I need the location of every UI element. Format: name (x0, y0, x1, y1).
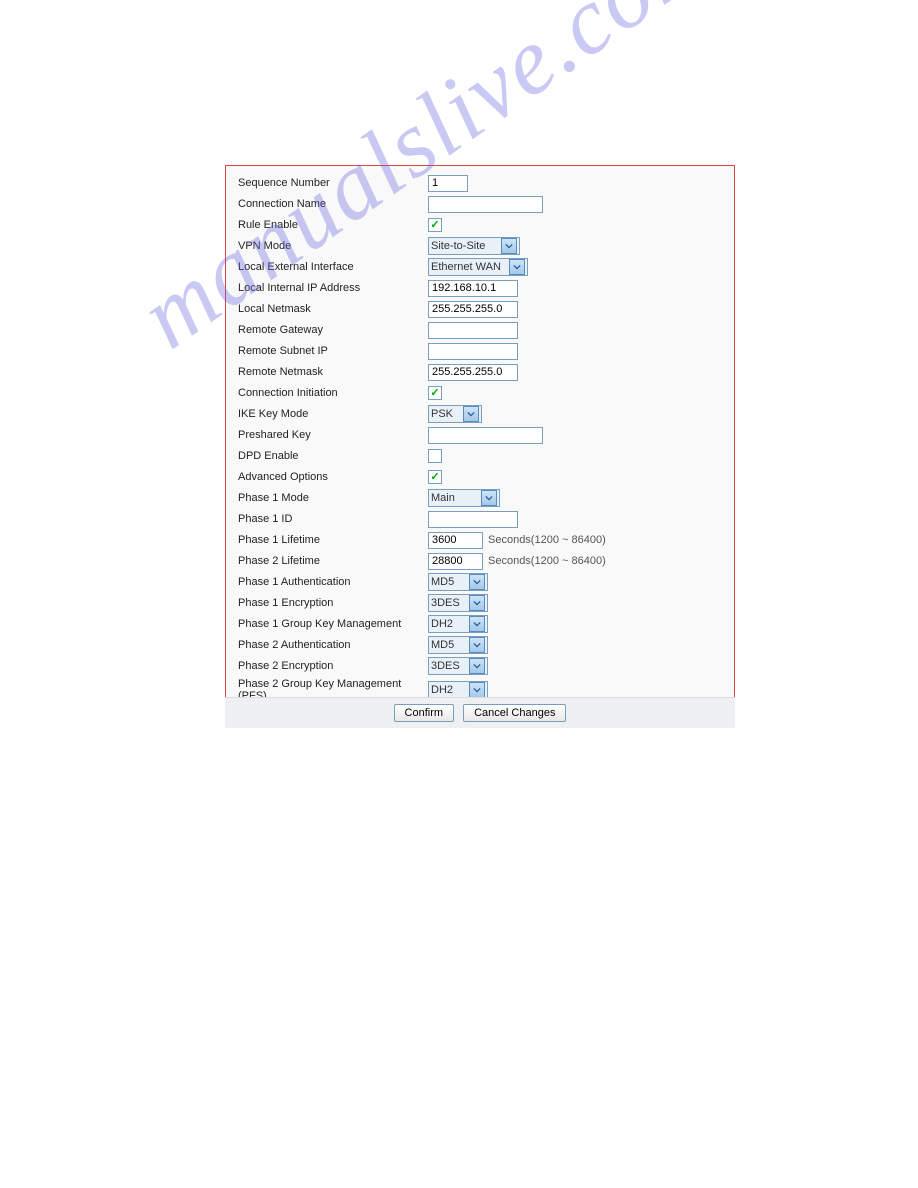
row-vpn-mode: VPN Mode Site-to-Site (238, 237, 722, 255)
row-phase1-id: Phase 1 ID (238, 510, 722, 528)
vpn-config-form: Sequence Number Connection Name Rule Ena… (225, 165, 735, 714)
row-phase2-auth: Phase 2 Authentication MD5 (238, 636, 722, 654)
label-connection-initiation: Connection Initiation (238, 387, 428, 399)
row-dpd-enable: DPD Enable (238, 447, 722, 465)
label-sequence-number: Sequence Number (238, 177, 428, 189)
row-local-external-interface: Local External Interface Ethernet WAN (238, 258, 722, 276)
cancel-changes-button[interactable]: Cancel Changes (463, 704, 566, 722)
dpd-enable-checkbox[interactable] (428, 449, 442, 463)
label-vpn-mode: VPN Mode (238, 240, 428, 252)
label-local-netmask: Local Netmask (238, 303, 428, 315)
row-remote-subnet-ip: Remote Subnet IP (238, 342, 722, 360)
connection-initiation-checkbox[interactable] (428, 386, 442, 400)
chevron-down-icon (469, 595, 485, 611)
label-phase1-auth: Phase 1 Authentication (238, 576, 428, 588)
row-advanced-options: Advanced Options (238, 468, 722, 486)
phase1-lifetime-hint: Seconds(1200 ~ 86400) (488, 534, 606, 546)
row-phase2-lifetime: Phase 2 Lifetime Seconds(1200 ~ 86400) (238, 552, 722, 570)
label-local-external-interface: Local External Interface (238, 261, 428, 273)
row-sequence-number: Sequence Number (238, 174, 722, 192)
phase1-id-input[interactable] (428, 511, 518, 528)
confirm-button[interactable]: Confirm (394, 704, 455, 722)
phase1-auth-select[interactable]: MD5 (428, 573, 488, 591)
label-phase1-id: Phase 1 ID (238, 513, 428, 525)
label-phase1-lifetime: Phase 1 Lifetime (238, 534, 428, 546)
label-phase1-encryption: Phase 1 Encryption (238, 597, 428, 609)
button-bar: Confirm Cancel Changes (225, 697, 735, 728)
label-remote-subnet-ip: Remote Subnet IP (238, 345, 428, 357)
chevron-down-icon (481, 490, 497, 506)
chevron-down-icon (469, 658, 485, 674)
row-rule-enable: Rule Enable (238, 216, 722, 234)
row-phase1-group-key: Phase 1 Group Key Management DH2 (238, 615, 722, 633)
label-phase2-auth: Phase 2 Authentication (238, 639, 428, 651)
ike-key-mode-select[interactable]: PSK (428, 405, 482, 423)
phase1-encryption-value: 3DES (431, 597, 464, 609)
phase2-encryption-value: 3DES (431, 660, 464, 672)
label-dpd-enable: DPD Enable (238, 450, 428, 462)
advanced-options-checkbox[interactable] (428, 470, 442, 484)
vpn-mode-value: Site-to-Site (431, 240, 489, 252)
row-ike-key-mode: IKE Key Mode PSK (238, 405, 722, 423)
chevron-down-icon (469, 682, 485, 698)
remote-gateway-input[interactable] (428, 322, 518, 339)
row-remote-gateway: Remote Gateway (238, 321, 722, 339)
row-preshared-key: Preshared Key (238, 426, 722, 444)
phase1-auth-value: MD5 (431, 576, 458, 588)
phase2-auth-value: MD5 (431, 639, 458, 651)
row-local-netmask: Local Netmask (238, 300, 722, 318)
row-phase1-auth: Phase 1 Authentication MD5 (238, 573, 722, 591)
chevron-down-icon (469, 637, 485, 653)
remote-subnet-ip-input[interactable] (428, 343, 518, 360)
row-phase1-mode: Phase 1 Mode Main (238, 489, 722, 507)
label-local-internal-ip: Local Internal IP Address (238, 282, 428, 294)
phase1-mode-select[interactable]: Main (428, 489, 500, 507)
connection-name-input[interactable] (428, 196, 543, 213)
local-external-interface-value: Ethernet WAN (431, 261, 505, 273)
row-phase1-encryption: Phase 1 Encryption 3DES (238, 594, 722, 612)
rule-enable-checkbox[interactable] (428, 218, 442, 232)
row-phase1-lifetime: Phase 1 Lifetime Seconds(1200 ~ 86400) (238, 531, 722, 549)
ike-key-mode-value: PSK (431, 408, 457, 420)
phase1-group-key-value: DH2 (431, 618, 457, 630)
chevron-down-icon (509, 259, 525, 275)
label-remote-gateway: Remote Gateway (238, 324, 428, 336)
chevron-down-icon (501, 238, 517, 254)
phase1-mode-value: Main (431, 492, 459, 504)
label-advanced-options: Advanced Options (238, 471, 428, 483)
phase2-group-key-value: DH2 (431, 684, 457, 696)
row-connection-name: Connection Name (238, 195, 722, 213)
label-phase1-mode: Phase 1 Mode (238, 492, 428, 504)
chevron-down-icon (469, 574, 485, 590)
phase1-lifetime-input[interactable] (428, 532, 483, 549)
label-connection-name: Connection Name (238, 198, 428, 210)
remote-netmask-input[interactable] (428, 364, 518, 381)
phase1-group-key-select[interactable]: DH2 (428, 615, 488, 633)
phase2-lifetime-hint: Seconds(1200 ~ 86400) (488, 555, 606, 567)
phase1-encryption-select[interactable]: 3DES (428, 594, 488, 612)
label-phase2-lifetime: Phase 2 Lifetime (238, 555, 428, 567)
chevron-down-icon (469, 616, 485, 632)
label-ike-key-mode: IKE Key Mode (238, 408, 428, 420)
row-connection-initiation: Connection Initiation (238, 384, 722, 402)
local-internal-ip-input[interactable] (428, 280, 518, 297)
phase2-auth-select[interactable]: MD5 (428, 636, 488, 654)
row-remote-netmask: Remote Netmask (238, 363, 722, 381)
label-remote-netmask: Remote Netmask (238, 366, 428, 378)
phase2-encryption-select[interactable]: 3DES (428, 657, 488, 675)
label-phase2-encryption: Phase 2 Encryption (238, 660, 428, 672)
vpn-mode-select[interactable]: Site-to-Site (428, 237, 520, 255)
label-rule-enable: Rule Enable (238, 219, 428, 231)
label-phase1-group-key: Phase 1 Group Key Management (238, 618, 428, 630)
row-phase2-encryption: Phase 2 Encryption 3DES (238, 657, 722, 675)
phase2-lifetime-input[interactable] (428, 553, 483, 570)
local-netmask-input[interactable] (428, 301, 518, 318)
sequence-number-input[interactable] (428, 175, 468, 192)
preshared-key-input[interactable] (428, 427, 543, 444)
label-preshared-key: Preshared Key (238, 429, 428, 441)
local-external-interface-select[interactable]: Ethernet WAN (428, 258, 528, 276)
row-local-internal-ip: Local Internal IP Address (238, 279, 722, 297)
chevron-down-icon (463, 406, 479, 422)
